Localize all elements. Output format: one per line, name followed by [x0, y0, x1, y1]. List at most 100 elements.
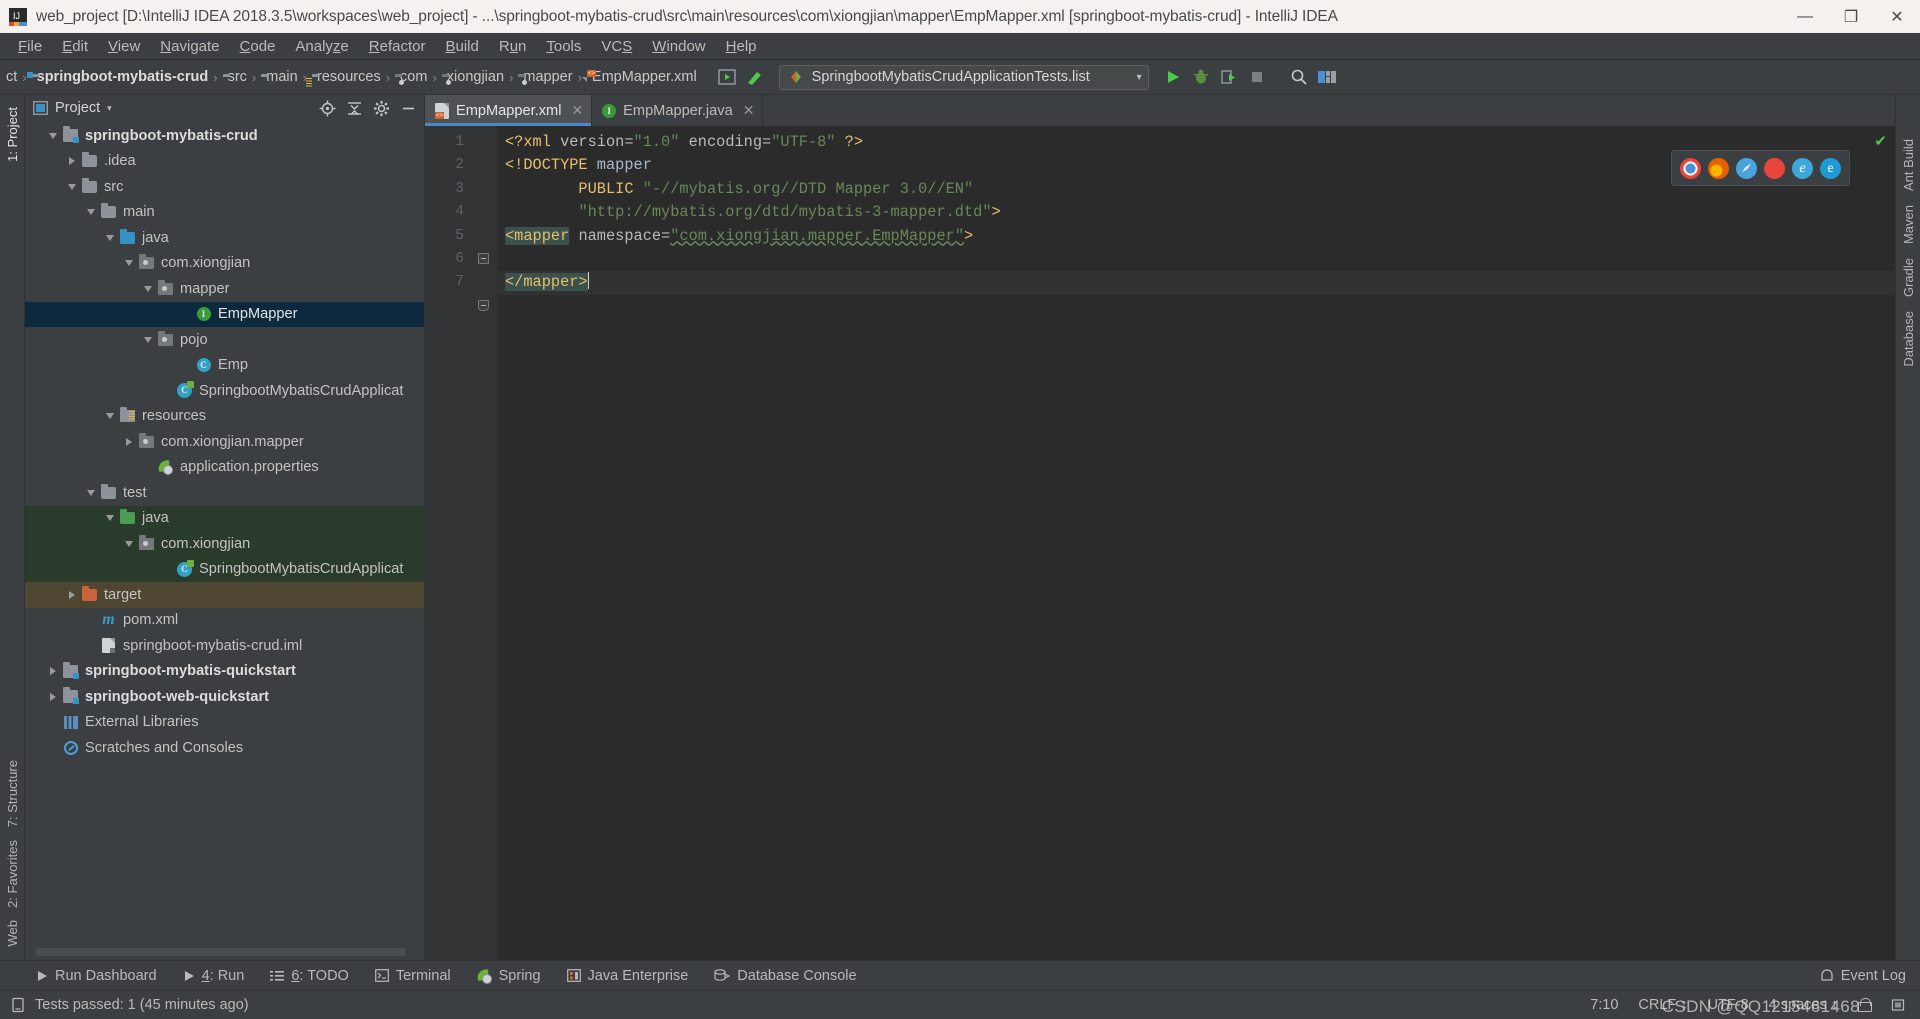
tool-window-button-7-structure[interactable]: 7: Structure [5, 760, 20, 827]
fold-marker-icon[interactable] [478, 300, 489, 311]
preview-icon[interactable] [713, 63, 741, 91]
chevron-right-icon[interactable] [63, 157, 81, 166]
tree-node-scratches-and-consoles[interactable]: Scratches and Consoles [25, 735, 424, 761]
editor-tab-empmapper-xml[interactable]: EmpMapper.xml ✕ [425, 95, 593, 126]
menu-item-build[interactable]: Build [435, 36, 488, 57]
menu-item-edit[interactable]: Edit [52, 36, 98, 57]
hide-panel-icon[interactable] [396, 96, 420, 120]
breadcrumb-item-springboot-mybatis-crud[interactable]: springboot-mybatis-crud [32, 69, 209, 85]
tree-node-test[interactable]: test [25, 480, 424, 506]
tree-node-springboot-web-quickstart[interactable]: springboot-web-quickstart [25, 684, 424, 710]
menu-item-help[interactable]: Help [716, 36, 767, 57]
menu-item-code[interactable]: Code [230, 36, 286, 57]
menu-item-analyze[interactable]: Analyze [285, 36, 358, 57]
breadcrumb-item-resources[interactable]: resources [312, 69, 381, 85]
tree-node-java[interactable]: java [25, 225, 424, 251]
tree-node-emp[interactable]: C Emp [25, 353, 424, 379]
tree-node-application-properties[interactable]: application.properties [25, 455, 424, 481]
search-everywhere-icon[interactable] [1285, 63, 1313, 91]
line-separator[interactable]: CRLF ↕ [1638, 997, 1687, 1013]
bottom-tool-database-console[interactable]: Database Console [714, 968, 857, 984]
chevron-down-icon[interactable] [82, 209, 100, 216]
tool-window-button-1-project[interactable]: 1: Project [5, 107, 20, 162]
collapse-all-icon[interactable] [342, 96, 366, 120]
build-project-icon[interactable] [741, 63, 769, 91]
chevron-down-icon[interactable]: ▾ [1137, 72, 1142, 83]
close-icon[interactable]: ✕ [743, 102, 755, 119]
tree-node-com-xiongjian[interactable]: com.xiongjian [25, 531, 424, 557]
tool-window-button-2-favorites[interactable]: 2: Favorites [5, 840, 20, 908]
ie-icon[interactable] [1792, 157, 1813, 179]
menu-item-tools[interactable]: Tools [536, 36, 591, 57]
breadcrumb-item-com[interactable]: com [395, 69, 427, 85]
chevron-down-icon[interactable] [139, 285, 157, 292]
close-button[interactable]: ✕ [1874, 0, 1920, 33]
menu-item-file[interactable]: File [8, 36, 52, 57]
tool-window-button-maven[interactable]: Maven [1901, 205, 1916, 244]
inspection-status-icon[interactable]: ✔ [1874, 132, 1887, 150]
tool-window-button-ant-build[interactable]: Ant Build [1901, 139, 1916, 191]
chevron-right-icon[interactable] [120, 437, 138, 446]
debug-icon[interactable] [1187, 63, 1215, 91]
settings-icon[interactable] [369, 96, 393, 120]
read-only-lock-icon[interactable] [1858, 998, 1872, 1012]
minimize-button[interactable]: — [1782, 0, 1828, 33]
chevron-right-icon[interactable] [63, 590, 81, 599]
tree-node-springboot-mybatis-quickstart[interactable]: springboot-mybatis-quickstart [25, 659, 424, 685]
close-icon[interactable]: ✕ [571, 102, 583, 119]
bottom-tool-event-log[interactable]: Event Log [1820, 968, 1906, 984]
bottom-tool-spring[interactable]: Spring [477, 968, 541, 984]
project-tree-horizontal-scrollbar[interactable] [35, 948, 406, 956]
chevron-down-icon[interactable] [101, 515, 119, 522]
menu-item-window[interactable]: Window [642, 36, 715, 57]
chevron-down-icon[interactable] [82, 489, 100, 496]
tree-node-empmapper[interactable]: I EmpMapper [25, 301, 424, 327]
fold-marker-icon[interactable] [478, 253, 489, 264]
run-configuration-selector[interactable]: SpringbootMybatisCrudApplicationTests.li… [778, 64, 1149, 90]
tree-node-com-xiongjian-mapper[interactable]: com.xiongjian.mapper [25, 429, 424, 455]
tree-node-src[interactable]: src [25, 174, 424, 200]
tree-node-java[interactable]: java [25, 505, 424, 531]
tree-node-springboot-mybatis-crud-iml[interactable]: springboot-mybatis-crud.iml [25, 633, 424, 659]
chevron-down-icon[interactable] [101, 234, 119, 241]
editor-tab-empmapper-java[interactable]: I EmpMapper.java ✕ [592, 95, 764, 126]
indent-setting[interactable]: 4 spaces ↕ [1769, 997, 1838, 1013]
caret-position[interactable]: 7:10 [1590, 997, 1618, 1013]
code-text[interactable]: <?xml version="1.0" encoding="UTF-8" ?> <… [497, 126, 1895, 960]
chevron-down-icon[interactable] [120, 540, 138, 547]
firefox-icon[interactable] [1708, 157, 1729, 179]
chevron-down-icon[interactable] [101, 413, 119, 420]
locate-icon[interactable] [315, 96, 339, 120]
breadcrumb-item-src[interactable]: src [223, 69, 247, 85]
tree-node-external-libraries[interactable]: External Libraries [25, 710, 424, 736]
code-editor[interactable]: 1234567 <?xml version="1.0" encoding="UT… [425, 126, 1895, 960]
menu-item-vcs[interactable]: VCS [591, 36, 642, 57]
tree-node-springboot-mybatis-crud[interactable]: springboot-mybatis-crud [25, 123, 424, 149]
project-tree[interactable]: springboot-mybatis-crud .idea src main java c… [25, 121, 424, 960]
file-encoding[interactable]: UTF-8 [1708, 997, 1749, 1013]
memory-indicator-icon[interactable] [1890, 997, 1906, 1013]
tool-window-button-web[interactable]: Web [5, 920, 20, 947]
breadcrumb-item-xiongjian[interactable]: xiongjian [442, 69, 504, 85]
tree-node-resources[interactable]: resources [25, 404, 424, 430]
tree-node-target[interactable]: target [25, 582, 424, 608]
tree-node-pojo[interactable]: pojo [25, 327, 424, 353]
tool-window-button-gradle[interactable]: Gradle [1901, 258, 1916, 297]
maximize-button[interactable]: ❐ [1828, 0, 1874, 33]
chrome-icon[interactable] [1680, 157, 1701, 179]
layout-icon[interactable] [1313, 63, 1341, 91]
bottom-tool-4-run[interactable]: 4: Run [183, 968, 244, 984]
breadcrumb-item-mapper[interactable]: mapper [518, 69, 572, 85]
breadcrumb-item-main[interactable]: main [261, 69, 297, 85]
edge-icon[interactable] [1820, 157, 1841, 179]
bottom-tool-terminal[interactable]: Terminal [374, 968, 451, 984]
chevron-right-icon[interactable] [44, 667, 62, 676]
safari-icon[interactable] [1736, 157, 1757, 179]
stop-icon[interactable] [1243, 63, 1271, 91]
chevron-down-icon[interactable] [44, 132, 62, 139]
bottom-tool-6-todo[interactable]: 6: TODO [270, 968, 349, 984]
opera-icon[interactable] [1764, 157, 1785, 179]
chevron-down-icon[interactable] [63, 183, 81, 190]
menu-item-refactor[interactable]: Refactor [359, 36, 436, 57]
tree-node-springbootmybatiscrudapplicat[interactable]: C SpringbootMybatisCrudApplicat [25, 378, 424, 404]
